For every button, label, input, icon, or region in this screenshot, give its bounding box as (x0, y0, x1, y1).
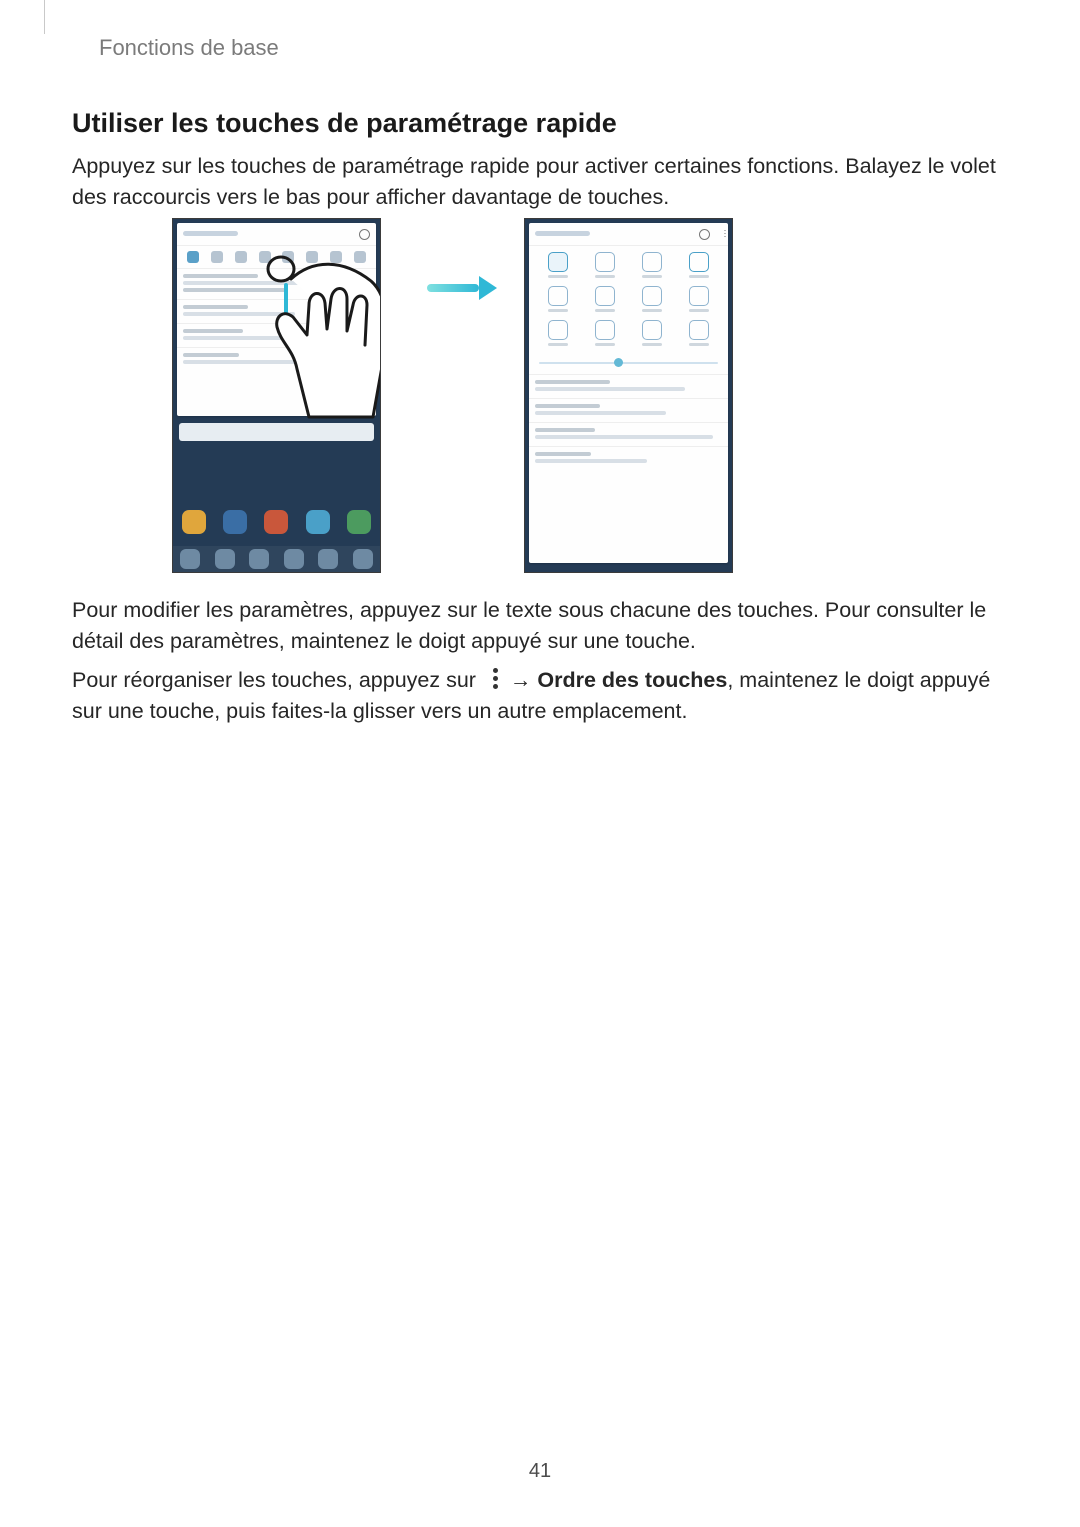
sync-icon (354, 251, 366, 263)
screenshot-expanded (524, 218, 733, 573)
intro-paragraph: Appuyez sur les touches de paramétrage r… (72, 151, 1007, 213)
section-title: Utiliser les touches de paramétrage rapi… (72, 108, 617, 139)
reorder-paragraph: Pour réorganiser les touches, appuyez su… (72, 665, 1007, 727)
breadcrumb: Fonctions de base (99, 35, 279, 61)
reorder-arrow-text: → (504, 668, 537, 692)
brightness-slider (539, 362, 718, 364)
more-vertical-icon (488, 668, 502, 690)
page-edge-tick (44, 0, 45, 34)
page-number: 41 (0, 1460, 1080, 1483)
quick-settings-grid (529, 246, 728, 354)
quick-settings-figure (172, 218, 908, 575)
search-bar (179, 423, 374, 441)
after-figure-paragraph: Pour modifier les paramètres, appuyez su… (72, 595, 1007, 657)
notification-panel (177, 223, 376, 416)
flashlight-icon (330, 251, 342, 263)
screenshot-collapsed (172, 218, 381, 573)
quick-settings-row (177, 246, 376, 268)
expanded-panel (529, 223, 728, 563)
swipe-down-arrow-icon (279, 283, 293, 343)
gear-icon (699, 229, 710, 240)
sound-icon (211, 251, 223, 263)
bluetooth-icon (235, 251, 247, 263)
airplane-icon (306, 251, 318, 263)
reorder-bold-label: Ordre des touches (537, 668, 727, 692)
dock (173, 546, 380, 572)
rotate-icon (259, 251, 271, 263)
location-icon (282, 251, 294, 263)
more-vertical-icon (724, 229, 726, 239)
manual-page: Fonctions de base Utiliser les touches d… (0, 0, 1080, 1527)
wifi-icon (187, 251, 199, 263)
gear-icon (359, 229, 370, 240)
transition-arrow-icon (427, 276, 497, 300)
home-row (173, 502, 380, 542)
reorder-text-pre: Pour réorganiser les touches, appuyez su… (72, 668, 482, 692)
